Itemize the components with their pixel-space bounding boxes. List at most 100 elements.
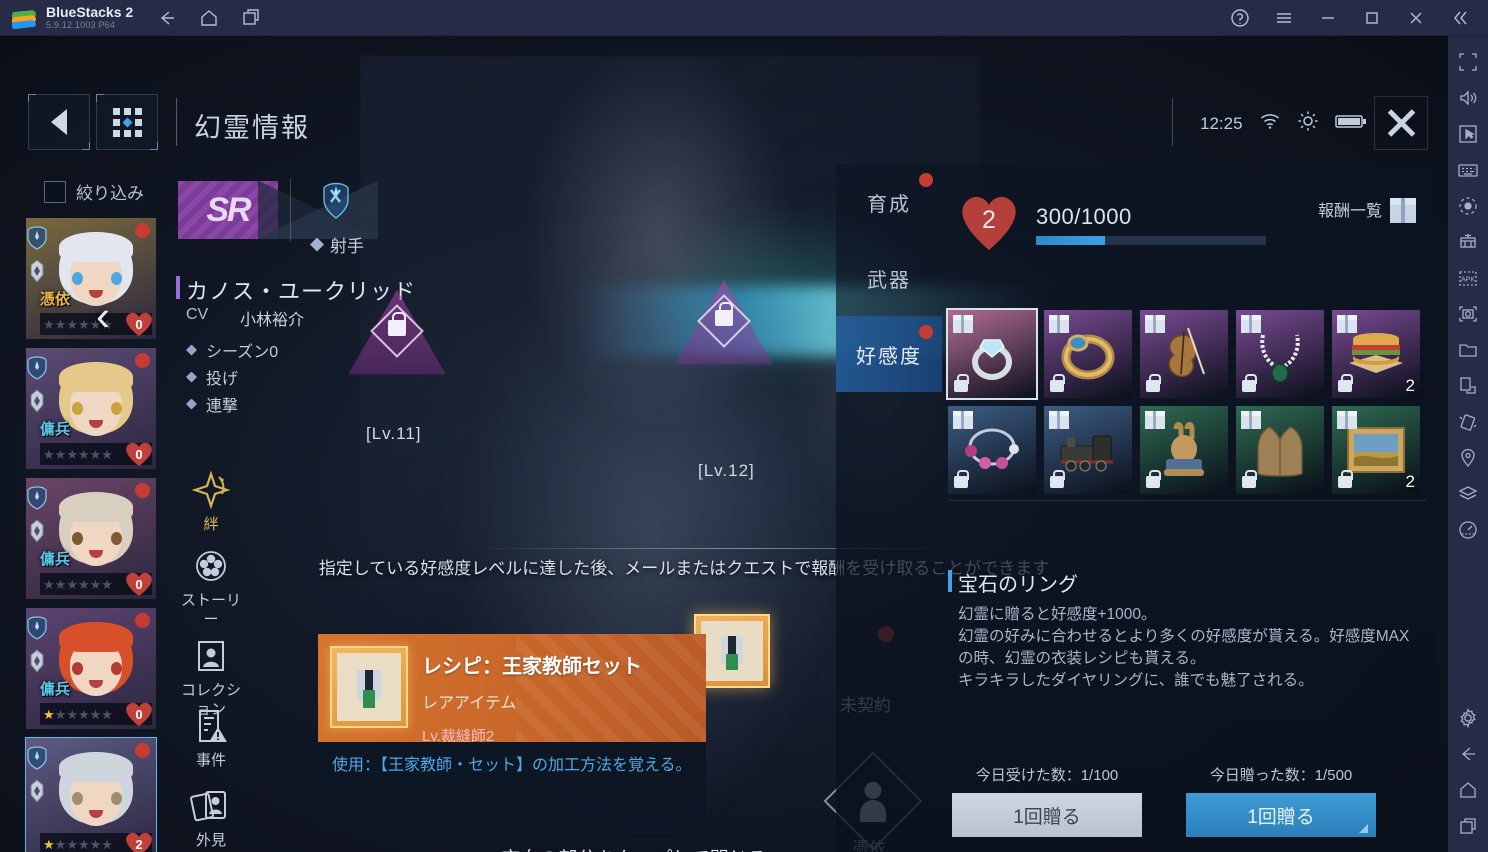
panel-tabs[interactable]: 育成 武器 好感度 <box>836 164 942 392</box>
locked-reward-node[interactable] <box>672 276 776 372</box>
record-icon[interactable] <box>1457 195 1479 217</box>
item-name-accent <box>948 570 952 592</box>
gift-box-icon <box>1337 314 1357 333</box>
filter-checkbox[interactable] <box>44 180 66 203</box>
shake-icon[interactable] <box>1457 411 1479 433</box>
cursor-icon[interactable] <box>1457 123 1479 145</box>
affection-heart-badge: 2 <box>958 194 1020 252</box>
character-trait: 連撃 <box>186 392 238 416</box>
class-diamond-icon <box>310 237 324 252</box>
game-viewport: 幻霊情報 12:25 絞り込み 憑依 ★ ★ ★ ★ ★ ★ 0 傭兵 ★ ★ ★ ★ ★ ★ 0 傭兵 ★ ★ ★ ★… <box>0 36 1448 852</box>
menu-icon[interactable] <box>1274 8 1294 28</box>
left-menu-label: 事件 <box>195 752 226 769</box>
install-apk-icon[interactable]: APK <box>1457 267 1479 289</box>
battery-icon <box>1334 112 1367 135</box>
trait-diamond-icon <box>186 398 197 410</box>
panel-tab-label: 育成 <box>867 193 911 216</box>
gift-item[interactable] <box>1236 406 1324 494</box>
character-card[interactable]: 憑依 ★ ★ ★ ★ ★ ★ 0 <box>26 218 156 339</box>
left-menu-item-event[interactable]: 事件 <box>178 704 244 770</box>
give-action-group: 今日贈った数：1/500 1回贈る <box>1186 764 1376 837</box>
maximize-icon[interactable] <box>1362 8 1382 28</box>
gift-item[interactable] <box>1044 406 1132 494</box>
received-count-label: 今日受けた数：1/100 <box>975 767 1119 784</box>
recipe-outfit-icon <box>717 632 747 670</box>
notification-dot <box>919 325 933 339</box>
character-card[interactable]: 傭兵 ★ ★ ★ ★ ★ ★ 0 <box>26 608 156 729</box>
panel-tab-label: 好感度 <box>856 345 922 368</box>
card-class-icon <box>26 354 50 380</box>
game-status-bar: 12:25 <box>1200 110 1367 137</box>
character-trait: 投げ <box>186 365 238 389</box>
settings-icon[interactable] <box>1457 707 1479 729</box>
android-home-icon[interactable] <box>1457 779 1479 801</box>
home-icon[interactable] <box>199 8 219 28</box>
gift-item[interactable] <box>1140 310 1228 398</box>
left-menu-item-appearance[interactable]: 外見 <box>178 784 244 850</box>
android-back-icon[interactable] <box>1457 743 1479 765</box>
multi-instance-manager-icon[interactable] <box>1457 231 1479 253</box>
status-divider <box>1172 98 1173 146</box>
grid-menu-icon <box>112 107 142 137</box>
android-recents-icon[interactable] <box>1457 815 1479 837</box>
collapse-sidebar-icon[interactable] <box>1450 8 1470 28</box>
item-description-line: 幻霊に贈ると好感度+1000。 <box>958 606 1157 623</box>
back-icon[interactable] <box>157 8 177 28</box>
character-list-prev-button[interactable]: ‹ <box>96 292 130 344</box>
fullscreen-icon[interactable] <box>1457 51 1479 73</box>
multi-instance-icon[interactable] <box>241 8 261 28</box>
header-back-button[interactable] <box>28 94 90 150</box>
node-level-label: [Lv.11] <box>366 424 422 443</box>
locked-reward-node[interactable] <box>345 286 449 382</box>
lock-icon <box>1146 374 1161 392</box>
affection-level: 2 <box>982 205 996 234</box>
gift-item[interactable]: 2 <box>1332 310 1420 398</box>
panel-tab[interactable]: 武器 <box>836 240 942 316</box>
rotate-icon[interactable] <box>1457 375 1479 397</box>
header-grid-menu-button[interactable] <box>96 94 158 150</box>
card-role-icon <box>26 258 50 284</box>
receive-button[interactable]: 1回贈る <box>952 793 1142 837</box>
trait-label: 連撃 <box>206 398 239 415</box>
lock-icon <box>954 374 969 392</box>
character-trait: シーズン0 <box>186 338 278 362</box>
location-icon[interactable] <box>1457 447 1479 469</box>
card-role-icon <box>26 518 50 544</box>
reward-list-button[interactable]: 報酬一覧 <box>1318 194 1418 224</box>
gift-item[interactable] <box>1236 310 1324 398</box>
minimize-icon[interactable] <box>1318 8 1338 28</box>
panel-tab[interactable]: 育成 <box>836 164 942 240</box>
performance-icon[interactable] <box>1457 519 1479 541</box>
character-card[interactable]: 傭兵 ★ ★ ★ ★ ★ ★ 0 <box>26 348 156 469</box>
close-icon[interactable] <box>1406 8 1426 28</box>
lock-icon <box>388 312 406 336</box>
gift-item[interactable]: 2 <box>1332 406 1420 494</box>
game-close-button[interactable] <box>1374 96 1428 150</box>
help-icon[interactable] <box>1230 8 1250 28</box>
volume-icon[interactable] <box>1457 87 1479 109</box>
gift-box-icon <box>1049 314 1069 333</box>
character-card[interactable]: ★ ★ ★ ★ ★ ★ 2 <box>25 737 157 852</box>
screenshot-icon[interactable] <box>1457 303 1479 325</box>
gift-item[interactable] <box>1044 310 1132 398</box>
tooltip-header: レシピ：王家教師セット レアアイテム Lv.裁縫師2 <box>318 634 706 742</box>
event-document-icon <box>189 704 233 748</box>
gift-grid[interactable]: 22 <box>946 308 1426 494</box>
gift-item[interactable] <box>946 308 1038 400</box>
gift-box-icon <box>1241 314 1261 333</box>
card-tag-label: 憑依 <box>40 291 71 308</box>
media-folder-icon[interactable] <box>1457 339 1479 361</box>
gift-box-icon <box>953 314 973 333</box>
gift-item[interactable] <box>948 406 1036 494</box>
item-description-line: キラキラしたダイヤリングに、誰でも魅了される。 <box>958 672 1314 689</box>
affection-panel: 育成 武器 好感度 2 300/1000 報酬一覧 22 宝石のリング 幻霊に贈ると… <box>836 164 1436 852</box>
left-menu-label: ストーリー <box>180 592 241 628</box>
filter-toggle[interactable]: 絞り込み <box>44 179 144 204</box>
panel-tab[interactable]: 好感度 <box>836 316 942 392</box>
gift-box-icon <box>953 410 973 429</box>
layers-icon[interactable] <box>1457 483 1479 505</box>
card-class-icon <box>26 744 50 770</box>
give-button[interactable]: 1回贈る <box>1186 793 1376 837</box>
gift-item[interactable] <box>1140 406 1228 494</box>
keyboard-icon[interactable] <box>1457 159 1479 181</box>
